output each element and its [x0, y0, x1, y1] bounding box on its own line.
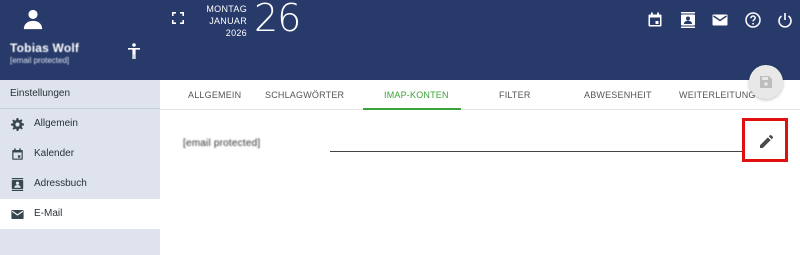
tab-weiterleitung[interactable]: WEITERLEITUNG: [679, 90, 756, 100]
active-tab-indicator: [363, 108, 461, 110]
sidebar-item-allgemein[interactable]: Allgemein: [0, 109, 160, 139]
save-button[interactable]: [749, 65, 783, 99]
sidebar-item-adressbuch[interactable]: Adressbuch: [0, 169, 160, 199]
year-label: 2026: [225, 28, 247, 38]
tab-imap-konten[interactable]: IMAP-KONTEN: [384, 90, 449, 100]
settings-tabs: ALLGEMEIN SCHLAGWÖRTER IMAP-KONTEN FILTE…: [160, 80, 800, 110]
account-underline: [330, 151, 748, 152]
calendar-icon[interactable]: [647, 12, 663, 28]
date-block: MONTAG JANUAR 2026: [199, 3, 247, 39]
imap-account-address: [email protected]: [183, 138, 261, 149]
save-icon: [760, 76, 772, 88]
mail-icon: [11, 210, 24, 219]
tab-abwesenheit[interactable]: ABWESENHEIT: [584, 90, 652, 100]
sidebar-item-label: Kalender: [34, 148, 75, 159]
day-number: 26: [254, 0, 301, 40]
sidebar-item-label: Adressbuch: [34, 178, 87, 189]
contacts-icon: [11, 178, 24, 191]
top-header: Tobias Wolf [email protected] MONTAG JAN…: [0, 0, 800, 80]
sidebar-title: Einstellungen: [10, 88, 71, 99]
settings-sidebar: Einstellungen Allgemein Kalender Adressb…: [0, 80, 160, 255]
gear-icon: [11, 118, 24, 131]
pencil-icon: [760, 135, 773, 148]
weekday-label: MONTAG: [206, 4, 247, 14]
edit-account-button[interactable]: [742, 118, 788, 162]
fullscreen-icon[interactable]: [172, 12, 184, 24]
tab-filter[interactable]: FILTER: [499, 90, 531, 100]
contacts-icon[interactable]: [680, 12, 696, 28]
sidebar-item-kalender[interactable]: Kalender: [0, 139, 160, 169]
tab-allgemein[interactable]: ALLGEMEIN: [188, 90, 241, 100]
mail-icon[interactable]: [712, 12, 728, 28]
accessibility-icon[interactable]: [127, 43, 141, 59]
user-panel: Tobias Wolf [email protected]: [0, 0, 160, 80]
power-icon[interactable]: [777, 12, 793, 28]
sidebar-item-email[interactable]: E-Mail: [0, 199, 160, 229]
calendar-icon: [12, 148, 23, 160]
user-email: [email protected]: [10, 56, 70, 65]
user-name: Tobias Wolf: [10, 41, 80, 55]
help-icon[interactable]: [745, 12, 761, 28]
sidebar-item-label: Allgemein: [34, 118, 78, 129]
month-label: JANUAR: [209, 16, 247, 26]
tab-schlagwoerter[interactable]: SCHLAGWÖRTER: [265, 90, 344, 100]
avatar-icon[interactable]: [22, 8, 44, 30]
sidebar-item-label: E-Mail: [34, 208, 63, 219]
